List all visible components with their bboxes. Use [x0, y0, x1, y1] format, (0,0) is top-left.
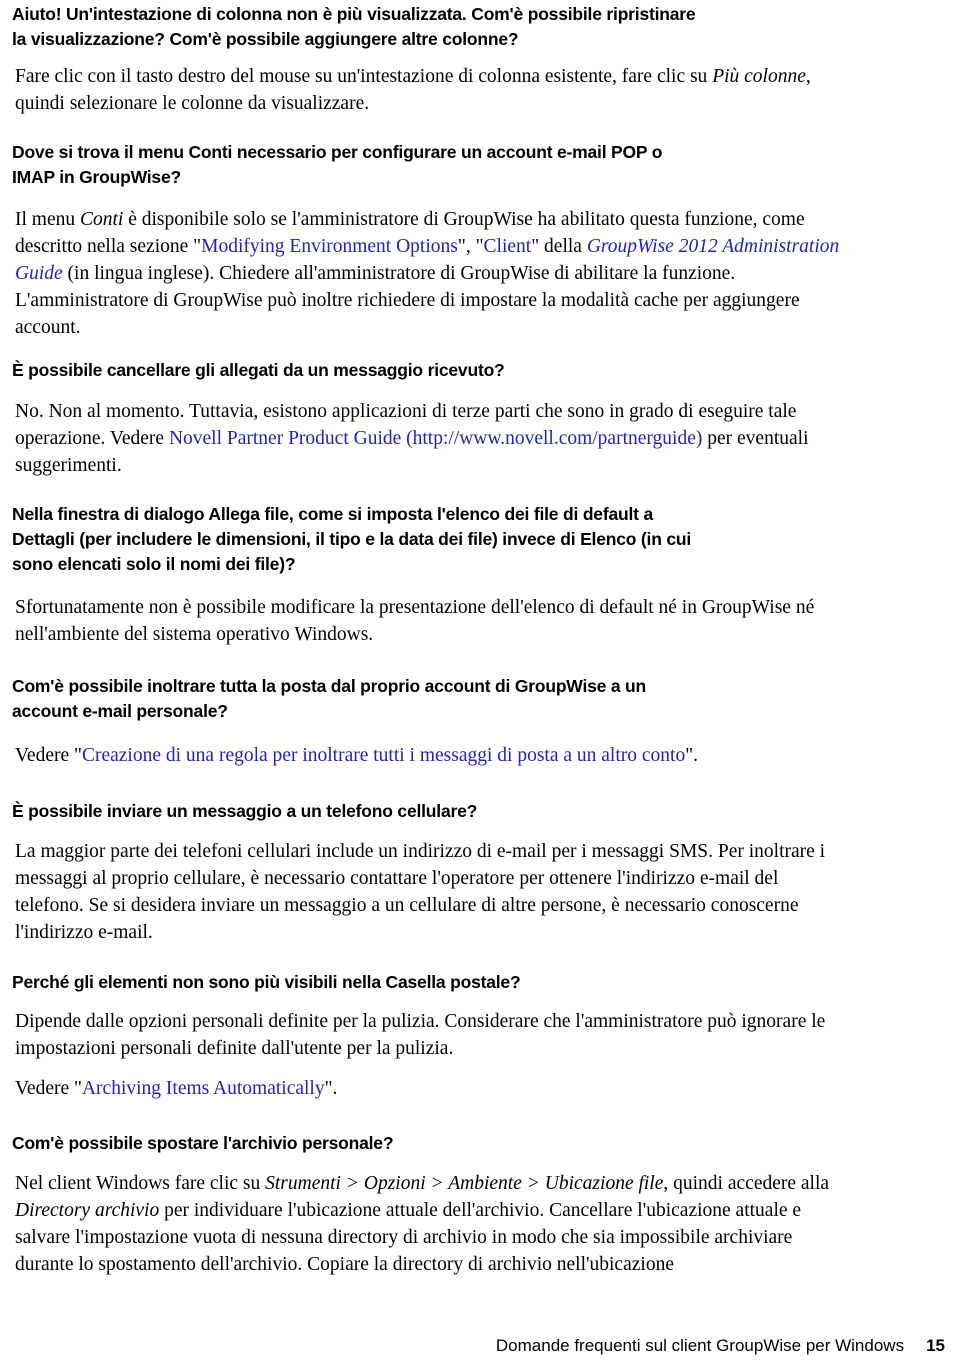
faq-heading: Nella finestra di dialogo Allega file, c… [0, 502, 960, 577]
menu-path-ubicazione-file: Ubicazione file [544, 1173, 664, 1194]
faq-heading-line-1: Com'è possibile inoltrare tutta la posta… [12, 676, 647, 696]
faq-heading-line-2: IMAP in GroupWise? [12, 167, 181, 187]
faq-section-send-to-cellphone: È possibile inviare un messaggio a un te… [0, 799, 960, 824]
faq-answer-paragraph: Sfortunatamente non è possibile modifica… [0, 594, 960, 648]
faq-section-forward-mail: Com'è possibile inoltrare tutta la posta… [0, 674, 960, 724]
faq-heading-line-2: la visualizzazione? Com'è possibile aggi… [12, 29, 519, 49]
faq-section-columns: Aiuto! Un'intestazione di colonna non è … [0, 2, 960, 52]
faq-heading: Dove si trova il menu Conti necessario p… [0, 140, 960, 190]
faq-heading-line-1: È possibile cancellare gli allegati da u… [12, 360, 505, 380]
answer-text-part: Vedere " [15, 1078, 82, 1099]
answer-text-part: ". [324, 1078, 338, 1099]
faq-answer-paragraph: Il menu Conti è disponibile solo se l'am… [0, 206, 960, 341]
document-page: Aiuto! Un'intestazione di colonna non è … [0, 0, 960, 1371]
faq-heading-line-1: Com'è possibile spostare l'archivio pers… [12, 1133, 394, 1153]
faq-heading: Perché gli elementi non sono più visibil… [0, 970, 960, 995]
menu-path-separator: > [340, 1173, 364, 1194]
faq-heading-line-1: È possibile inviare un messaggio a un te… [12, 801, 478, 821]
answer-text-part: ". [685, 745, 699, 766]
faq-answer-forward-mail: Vedere "Creazione di una regola per inol… [0, 742, 960, 769]
faq-answer-move-archive: Nel client Windows fare clic su Strument… [0, 1170, 960, 1278]
answer-italic-term: Più colonne [712, 66, 806, 87]
faq-heading: Com'è possibile spostare l'archivio pers… [0, 1131, 960, 1156]
faq-answer-items-not-visible: Dipende dalle opzioni personali definite… [0, 1008, 960, 1062]
menu-path-strumenti: Strumenti [265, 1173, 341, 1194]
faq-section-attach-file-dialog: Nella finestra di dialogo Allega file, c… [0, 502, 960, 577]
faq-answer-paragraph: Vedere "Archiving Items Automatically". [0, 1075, 960, 1102]
footer-page-number: 15 [926, 1336, 945, 1355]
link-modifying-environment-options[interactable]: Modifying Environment Options [201, 236, 458, 257]
answer-text-part: ", " [457, 236, 484, 257]
answer-text-part: , quindi accedere alla [663, 1173, 830, 1194]
faq-answer-items-not-visible-see-also: Vedere "Archiving Items Automatically". [0, 1075, 960, 1102]
page-footer: Domande frequenti sul client GroupWise p… [0, 1336, 960, 1366]
faq-answer-paragraph: Vedere "Creazione di una regola per inol… [0, 742, 960, 769]
faq-heading: Com'è possibile inoltrare tutta la posta… [0, 674, 960, 724]
footer-title: Domande frequenti sul client GroupWise p… [495, 1336, 905, 1355]
faq-section-delete-attachments: È possibile cancellare gli allegati da u… [0, 358, 960, 383]
answer-text-part: " della [531, 236, 587, 257]
answer-text-part: (in lingua inglese). Chiedere all'ammini… [15, 263, 800, 338]
faq-answer-send-to-cellphone: La maggior parte dei telefoni cellulari … [0, 838, 960, 946]
menu-path-ambiente: Ambiente [448, 1173, 522, 1194]
answer-text-part: Vedere " [15, 745, 82, 766]
faq-heading: È possibile cancellare gli allegati da u… [0, 358, 960, 383]
faq-answer-columns: Fare clic con il tasto destro del mouse … [0, 63, 960, 117]
answer-italic-term: Conti [79, 209, 124, 230]
faq-section-items-not-visible: Perché gli elementi non sono più visibil… [0, 970, 960, 995]
faq-answer-paragraph: La maggior parte dei telefoni cellulari … [0, 838, 960, 946]
faq-heading-line-2: account e-mail personale? [12, 701, 228, 721]
menu-path-directory-archivio: Directory archivio [15, 1200, 160, 1221]
faq-answer-paragraph: Dipende dalle opzioni personali definite… [0, 1008, 960, 1062]
faq-answer-accounts-menu: Il menu Conti è disponibile solo se l'am… [0, 206, 960, 341]
faq-answer-delete-attachments: No. Non al momento. Tuttavia, esistono a… [0, 398, 960, 479]
faq-answer-paragraph: Nel client Windows fare clic su Strument… [0, 1170, 960, 1278]
answer-text-part: Fare clic con il tasto destro del mouse … [15, 66, 713, 87]
faq-heading-line-2: Dettagli (per includere le dimensioni, i… [12, 529, 692, 549]
faq-heading-line-1: Perché gli elementi non sono più visibil… [12, 972, 521, 992]
faq-heading: Aiuto! Un'intestazione di colonna non è … [0, 2, 960, 52]
answer-text-part: Sfortunatamente non è possibile modifica… [15, 597, 815, 645]
answer-text-part: Il menu [15, 209, 80, 230]
answer-text-part: La maggior parte dei telefoni cellulari … [15, 841, 826, 943]
faq-answer-paragraph: Fare clic con il tasto destro del mouse … [0, 63, 960, 117]
faq-answer-attach-file-dialog: Sfortunatamente non è possibile modifica… [0, 594, 960, 648]
faq-heading-line-3: sono elencati solo il nomi dei file)? [12, 554, 296, 574]
faq-section-accounts-menu: Dove si trova il menu Conti necessario p… [0, 140, 960, 190]
menu-path-opzioni: Opzioni [363, 1173, 426, 1194]
faq-heading-line-1: Dove si trova il menu Conti necessario p… [12, 142, 663, 162]
menu-path-separator: > [521, 1173, 545, 1194]
link-creazione-regola-inoltro[interactable]: Creazione di una regola per inoltrare tu… [82, 745, 685, 766]
answer-text-part: Dipende dalle opzioni personali definite… [15, 1011, 826, 1059]
menu-path-separator: > [425, 1173, 449, 1194]
link-novell-partner-product-guide[interactable]: Novell Partner Product Guide (http://www… [169, 428, 702, 449]
link-client[interactable]: Client [484, 236, 532, 257]
answer-text-part: Nel client Windows fare clic su [15, 1173, 266, 1194]
faq-heading-line-1: Nella finestra di dialogo Allega file, c… [12, 504, 653, 524]
faq-heading: È possibile inviare un messaggio a un te… [0, 799, 960, 824]
faq-heading-line-1: Aiuto! Un'intestazione di colonna non è … [12, 4, 696, 24]
faq-answer-paragraph: No. Non al momento. Tuttavia, esistono a… [0, 398, 960, 479]
faq-section-move-archive: Com'è possibile spostare l'archivio pers… [0, 1131, 960, 1156]
link-archiving-items-automatically[interactable]: Archiving Items Automatically [82, 1078, 325, 1099]
